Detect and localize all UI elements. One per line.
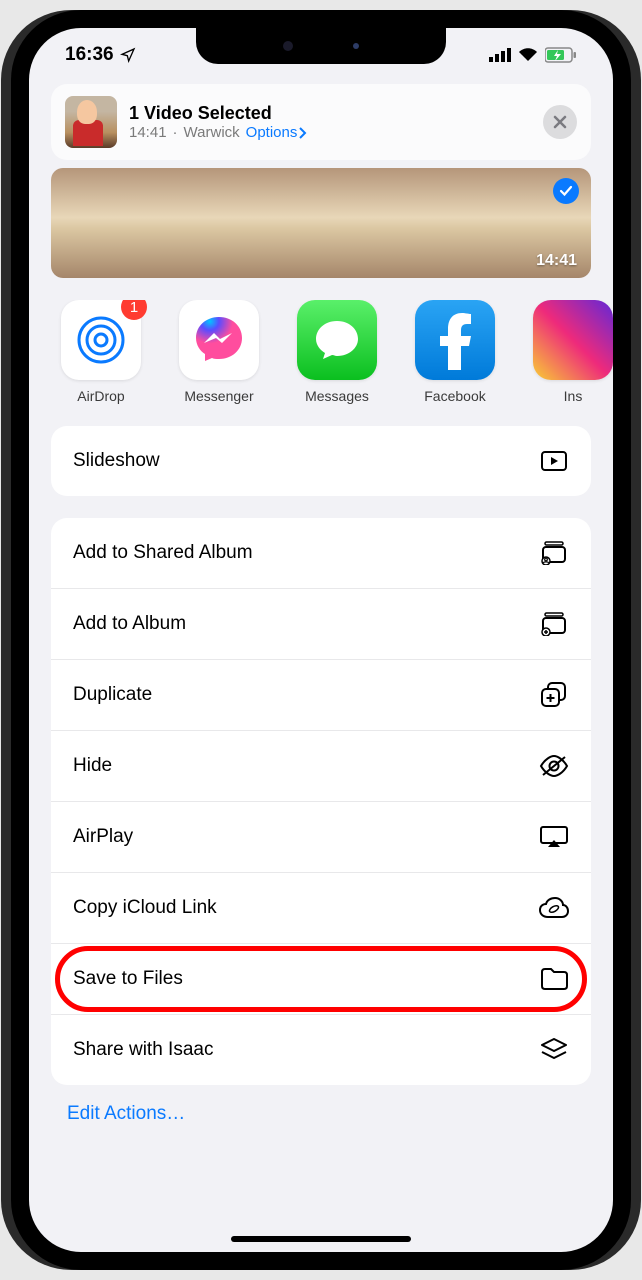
shared-album-icon <box>539 538 569 568</box>
app-facebook[interactable]: Facebook <box>405 300 505 404</box>
app-instagram[interactable]: Ins <box>523 300 613 404</box>
add-album-icon <box>539 609 569 639</box>
battery-icon <box>545 47 577 63</box>
airdrop-icon <box>72 311 130 369</box>
duplicate-icon <box>539 680 569 710</box>
action-copy-icloud-link[interactable]: Copy iCloud Link <box>51 873 591 944</box>
app-messenger[interactable]: Messenger <box>169 300 269 404</box>
video-preview[interactable]: 14:41 <box>51 168 591 278</box>
home-indicator[interactable] <box>231 1236 411 1242</box>
share-apps-row[interactable]: 1 AirDrop Messenger Messages <box>51 300 613 404</box>
header-thumbnail <box>65 96 117 148</box>
action-add-album[interactable]: Add to Album <box>51 589 591 660</box>
messages-icon <box>312 317 362 363</box>
header-subtitle: 14:41 · Warwick Options <box>129 124 531 141</box>
device-frame: 16:36 1 Video Selected 14:41 · Warwick O… <box>11 10 631 1270</box>
options-button[interactable]: Options <box>246 124 308 141</box>
actions-group-2: Add to Shared Album Add to Album Duplica… <box>51 518 591 1085</box>
folder-icon <box>539 964 569 994</box>
status-time: 16:36 <box>65 44 114 66</box>
layers-icon <box>539 1035 569 1065</box>
close-button[interactable] <box>543 105 577 139</box>
location-icon <box>120 47 136 63</box>
action-add-shared-album[interactable]: Add to Shared Album <box>51 518 591 589</box>
cloud-link-icon <box>539 893 569 923</box>
video-timestamp: 14:41 <box>536 252 577 270</box>
action-save-to-files[interactable]: Save to Files <box>51 944 591 1015</box>
hide-icon <box>539 751 569 781</box>
action-airplay[interactable]: AirPlay <box>51 802 591 873</box>
app-messages[interactable]: Messages <box>287 300 387 404</box>
action-share-with-isaac[interactable]: Share with Isaac <box>51 1015 591 1085</box>
header-title: 1 Video Selected <box>129 103 531 124</box>
close-icon <box>553 115 567 129</box>
cellular-icon <box>489 48 511 62</box>
notch <box>196 28 446 64</box>
wifi-icon <box>518 48 538 62</box>
action-duplicate[interactable]: Duplicate <box>51 660 591 731</box>
airplay-icon <box>539 822 569 852</box>
messenger-icon <box>190 311 248 369</box>
actions-group-1: Slideshow <box>51 426 591 496</box>
play-icon <box>539 446 569 476</box>
airdrop-badge: 1 <box>121 300 147 320</box>
chevron-right-icon <box>299 127 307 139</box>
edit-actions-button[interactable]: Edit Actions… <box>67 1103 591 1125</box>
app-airdrop[interactable]: 1 AirDrop <box>51 300 151 404</box>
selected-check-icon <box>553 178 579 204</box>
share-header: 1 Video Selected 14:41 · Warwick Options <box>51 84 591 160</box>
facebook-icon <box>435 310 475 370</box>
action-hide[interactable]: Hide <box>51 731 591 802</box>
screen: 16:36 1 Video Selected 14:41 · Warwick O… <box>29 28 613 1252</box>
action-slideshow[interactable]: Slideshow <box>51 426 591 496</box>
